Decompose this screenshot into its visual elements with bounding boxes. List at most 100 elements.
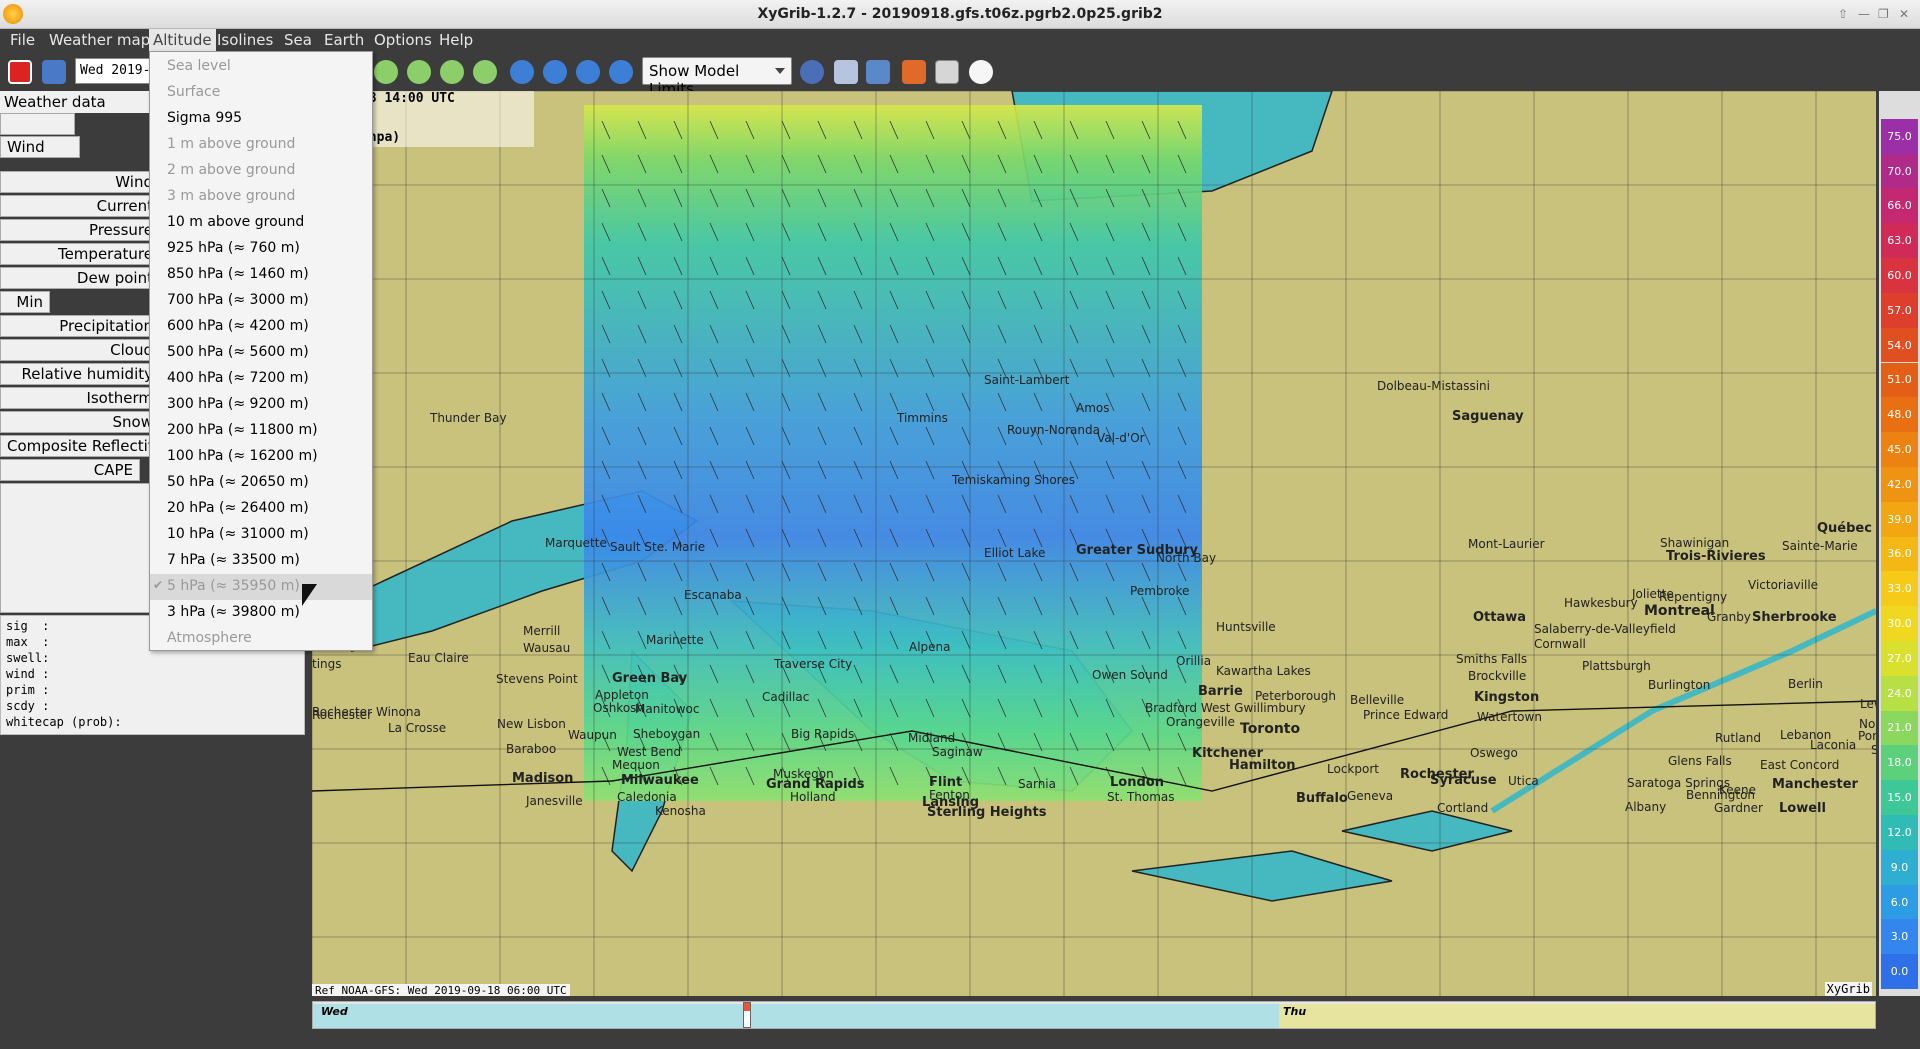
zoom-out-icon[interactable] [407, 60, 431, 84]
rocket-icon[interactable] [902, 60, 926, 84]
place-label: St. Thomas [1107, 790, 1175, 804]
place-label: Barrie [1198, 684, 1243, 699]
weather-map[interactable]: Thunder Bay Timmins Saint-Lambert Amos Rouyn… [312, 91, 1876, 996]
timeline-cursor[interactable] [743, 1002, 751, 1028]
globe-icon[interactable] [800, 60, 824, 84]
altitude-item[interactable]: 700 hPa (≈ 3000 m) [150, 288, 372, 314]
menu-weather-map[interactable]: Weather map [49, 31, 150, 49]
place-label: Green Bay [612, 671, 688, 686]
place-label: Utica [1508, 774, 1539, 788]
select-area-icon[interactable] [834, 60, 858, 84]
cloud-button[interactable]: Cloud [0, 339, 160, 361]
place-label: Bradford West Gwillimbury [1145, 701, 1306, 715]
place-label: Cortland [1437, 801, 1489, 815]
altitude-item[interactable]: 7 hPa (≈ 33500 m) [150, 548, 372, 574]
altitude-item[interactable]: 50 hPa (≈ 20650 m) [150, 470, 372, 496]
arrow-up-icon[interactable] [576, 60, 600, 84]
place-label: Smiths Falls [1456, 652, 1528, 666]
date-select[interactable]: Wed 2019- [75, 58, 153, 84]
altitude-item: Sea level [150, 54, 372, 80]
min-button[interactable]: Min [0, 291, 50, 313]
altitude-item[interactable]: 500 hPa (≈ 5600 m) [150, 340, 372, 366]
station-icon[interactable] [866, 60, 890, 84]
model-limits-select[interactable]: Show Model Limits [642, 57, 792, 98]
pressure-button[interactable]: Pressure [0, 219, 160, 241]
arrow-down-icon[interactable] [609, 60, 633, 84]
altitude-item-label: Sea level [167, 58, 231, 74]
menu-earth[interactable]: Earth [324, 31, 364, 49]
isotherm-button[interactable]: Isotherm [0, 387, 160, 409]
altitude-item[interactable]: 300 hPa (≈ 9200 m) [150, 392, 372, 418]
wind-button[interactable]: Wind [0, 171, 160, 193]
altitude-item-label: 200 hPa (≈ 11800 m) [167, 422, 318, 438]
arrow-right-icon[interactable] [543, 60, 567, 84]
current-button[interactable]: Current [0, 195, 160, 217]
place-label: Hamilton [1229, 758, 1296, 773]
temperature-button[interactable]: Temperature [0, 243, 160, 265]
menu-options[interactable]: Options [374, 31, 432, 49]
place-label: North Bay [1156, 551, 1217, 565]
altitude-item[interactable]: 850 hPa (≈ 1460 m) [150, 262, 372, 288]
zoom-in-icon[interactable] [374, 60, 398, 84]
place-label: Sterling Heights [927, 805, 1047, 820]
altitude-item-label: Surface [167, 84, 221, 100]
place-label: Montreal [1644, 603, 1715, 619]
dew-point-button[interactable]: Dew point [0, 267, 160, 289]
altitude-item[interactable]: 925 hPa (≈ 760 m) [150, 236, 372, 262]
place-label: Kawartha Lakes [1216, 664, 1311, 678]
maximize-window-icon[interactable]: ❐ [1878, 7, 1889, 21]
snow-button[interactable]: Snow [0, 411, 160, 433]
place-label: Buffalo [1296, 791, 1348, 806]
mouse-pointer-icon [302, 584, 317, 606]
menu-isolines[interactable]: Isolines [217, 31, 273, 49]
place-label: Dolbeau-Mistassini [1377, 379, 1490, 393]
place-label: Big Rapids [791, 727, 855, 741]
place-label: Salaberry-de-Valleyfield [1534, 622, 1676, 636]
hand-icon[interactable] [969, 60, 993, 84]
altitude-item[interactable]: 10 m above ground [150, 210, 372, 236]
place-label: Ottawa [1473, 610, 1527, 625]
place-label: Sault Ste. Marie [610, 540, 706, 554]
altitude-item[interactable]: Sigma 995 [150, 106, 372, 132]
legend-swatch: 54.0 [1881, 327, 1918, 363]
altitude-item: 2 m above ground [150, 158, 372, 184]
minimize-window-icon[interactable]: — [1858, 7, 1870, 21]
composite-reflectivity-button[interactable]: Composite Reflectivity [0, 435, 160, 457]
zoom-fit-icon[interactable] [440, 60, 464, 84]
precipitation-button[interactable]: Precipitation [0, 315, 160, 337]
lake-ontario [1341, 810, 1513, 852]
altitude-item[interactable]: 10 hPa (≈ 31000 m) [150, 522, 372, 548]
altitude-item[interactable]: 600 hPa (≈ 4200 m) [150, 314, 372, 340]
menu-altitude[interactable]: Altitude [149, 29, 216, 51]
time-slider[interactable]: Wed Thu [312, 1001, 1876, 1029]
cape-button[interactable]: CAPE [0, 459, 140, 481]
place-label: Québec [1817, 521, 1872, 536]
place-label: East Concord [1760, 758, 1840, 772]
menu-help[interactable]: Help [439, 31, 473, 49]
zoom-all-icon[interactable] [473, 60, 497, 84]
altitude-item[interactable]: 100 hPa (≈ 16200 m) [150, 444, 372, 470]
blank-field[interactable] [0, 113, 75, 135]
altitude-item[interactable]: 3 hPa (≈ 39800 m) [150, 600, 372, 626]
menu-file[interactable]: File [10, 31, 35, 49]
crosshair-icon[interactable] [935, 60, 959, 84]
place-label: London [1110, 775, 1164, 790]
legend-swatch: 57.0 [1881, 292, 1918, 328]
altitude-item[interactable]: 20 hPa (≈ 26400 m) [150, 496, 372, 522]
place-label: Syracuse [1430, 773, 1497, 788]
arrow-left-icon[interactable] [510, 60, 534, 84]
shade-window-icon[interactable]: ⇧ [1838, 7, 1848, 21]
place-label: Sherbrooke [1752, 610, 1837, 625]
place-label: Mequon [612, 758, 660, 772]
close-window-icon[interactable]: ✕ [1899, 7, 1909, 21]
legend-swatch: 63.0 [1881, 223, 1918, 259]
quit-icon[interactable] [8, 60, 32, 84]
altitude-item[interactable]: 200 hPa (≈ 11800 m) [150, 418, 372, 444]
place-label: Bennington [1686, 788, 1756, 802]
open-file-icon[interactable] [42, 60, 66, 84]
altitude-item[interactable]: 400 hPa (≈ 7200 m) [150, 366, 372, 392]
place-label: Escanaba [684, 588, 742, 602]
menu-sea[interactable]: Sea [284, 31, 312, 49]
relative-humidity-button[interactable]: Relative humidity [0, 363, 160, 385]
place-label: Granby [1707, 610, 1751, 624]
